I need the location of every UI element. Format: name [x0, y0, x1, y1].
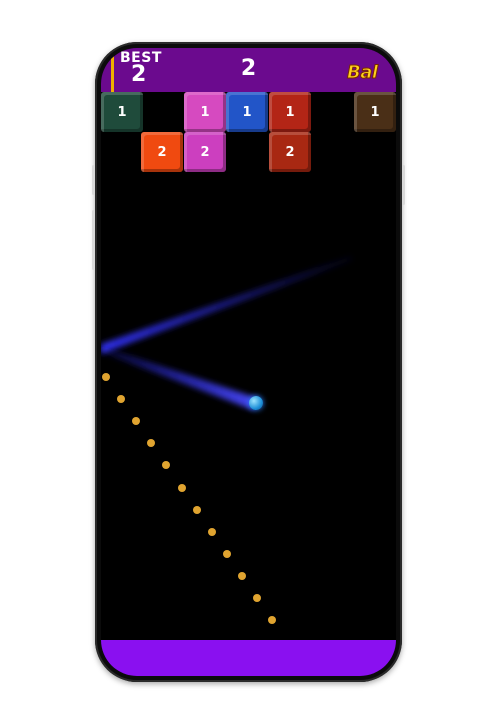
ball — [249, 396, 263, 410]
ball-trail — [101, 256, 353, 410]
aim-dot — [102, 373, 110, 381]
aim-dot — [222, 549, 231, 558]
aim-dot — [237, 571, 246, 580]
bottom-bar — [101, 640, 396, 676]
power-button — [402, 165, 405, 205]
aim-dot — [253, 594, 261, 602]
aim-dot — [192, 505, 201, 514]
volume-button — [92, 210, 95, 270]
volume-button — [92, 165, 95, 195]
aim-dot — [177, 483, 186, 492]
game-screen[interactable]: BEST 2 2 Bal 1 1 1 1 1 2 2 2 — [101, 48, 396, 676]
trail-upper — [101, 256, 353, 354]
aim-dot — [207, 527, 216, 536]
